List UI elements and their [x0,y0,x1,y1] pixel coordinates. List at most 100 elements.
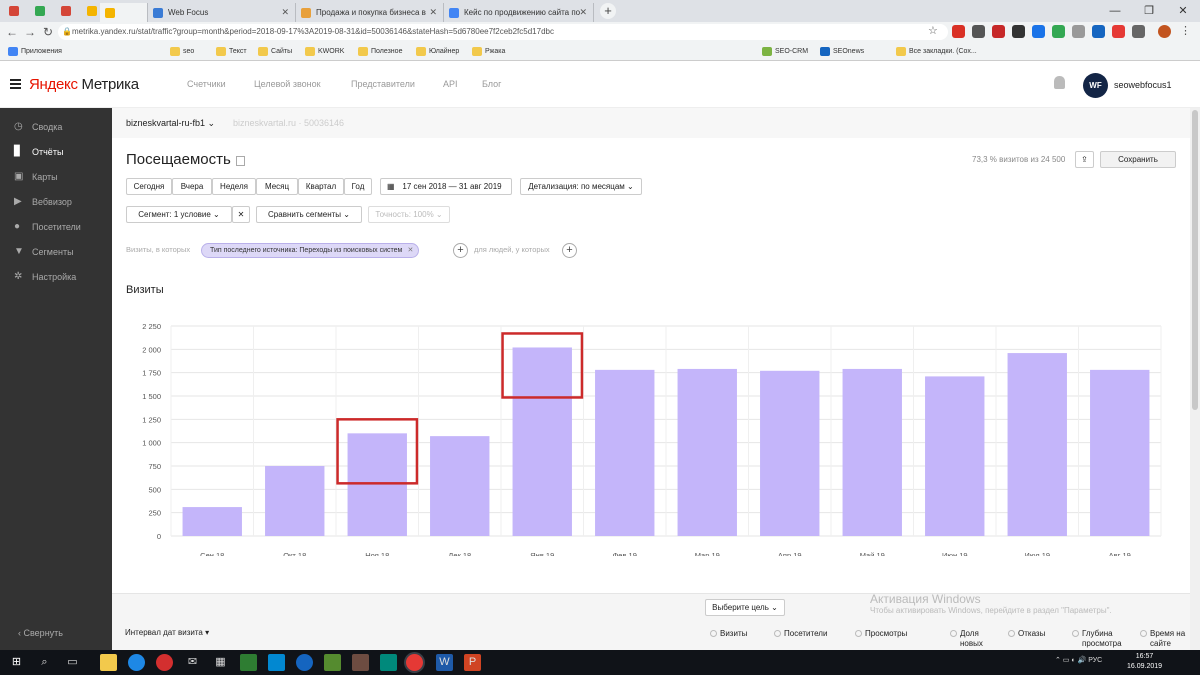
reload-icon[interactable]: ↻ [40,24,56,40]
extension-icon[interactable] [952,25,965,38]
profile-icon[interactable] [1158,25,1171,38]
app-icon[interactable] [324,654,341,671]
bookmark-folder-sites[interactable]: Сайты [258,45,292,58]
sidebar-item-settings[interactable]: ✲ Настройка [14,270,76,284]
bookmark-folder-ulayner[interactable]: Юлайнер [416,45,459,58]
back-icon[interactable]: ← [4,24,20,40]
metric-bounce[interactable]: Отказы [1008,629,1045,639]
close-tab-icon[interactable]: ✕ [281,3,289,22]
metric-visitors[interactable]: Посетители [774,629,827,639]
date-interval-dropdown[interactable]: Интервал дат визита ▾ [125,628,209,637]
period-year[interactable]: Год [344,178,372,195]
sidebar-item-summary[interactable]: ◷ Сводка [14,120,62,134]
extension-icon[interactable] [1052,25,1065,38]
close-tab-icon[interactable]: ✕ [579,3,587,22]
bookmark-folder-seo[interactable]: seo [170,45,194,58]
sidebar-item-reports[interactable]: ▊ Отчёты [14,145,63,159]
pinned-tab-gmail[interactable] [6,4,22,18]
powerpoint-icon[interactable]: P [464,654,481,671]
tab-case-study[interactable]: Кейс по продвижению сайта по ✕ [444,3,594,22]
word-icon[interactable]: W [436,654,453,671]
chrome-icon[interactable] [406,654,423,671]
search-icon[interactable]: ⌕ [36,654,53,671]
avatar[interactable]: WF [1083,73,1108,98]
extension-icon[interactable] [1012,25,1025,38]
sidebar-item-visitors[interactable]: ● Посетители [14,220,81,234]
clock[interactable]: 16:57 16.09.2019 [1127,652,1162,672]
task-view-icon[interactable]: ▭ [64,654,81,671]
add-people-filter-button[interactable]: + [562,243,577,258]
segment-dropdown[interactable]: Сегмент: 1 условие ⌄ [126,206,232,223]
new-tab-button[interactable]: + [600,3,616,19]
nav-counters[interactable]: Счетчики [187,79,226,89]
maximize-icon[interactable]: ❐ [1132,0,1166,22]
tab-metrika-active[interactable] [100,3,148,22]
opera-icon[interactable] [156,654,173,671]
extension-icon[interactable] [1072,25,1085,38]
bookmark-seo-crm[interactable]: SEO-CRM [762,45,808,58]
pinned-tab-sheets[interactable] [32,4,48,18]
period-month[interactable]: Месяц [256,178,298,195]
detail-dropdown[interactable]: Детализация: по месяцам ⌄ [520,178,642,195]
metric-time[interactable]: Время на сайте [1140,629,1190,649]
app-icon[interactable] [380,654,397,671]
collapse-sidebar-button[interactable]: ‹ Свернуть [18,628,63,638]
remove-filter-icon[interactable]: ✕ [407,244,413,257]
bookmark-star-icon[interactable]: ☆ [928,24,938,37]
minimize-icon[interactable]: — [1098,0,1132,22]
bookmark-folder-all[interactable]: Все закладки. (Сох... [896,45,977,58]
filter-chip[interactable]: Тип последнего источника: Переходы из по… [201,243,420,258]
clear-segment-icon[interactable]: ✕ [232,206,250,223]
bookmark-folder-kwork[interactable]: KWORK [305,45,344,58]
export-icon[interactable]: ⇪ [1075,151,1094,168]
edge-icon[interactable] [128,654,145,671]
bookmark-folder-fun[interactable]: Ржака [472,45,505,58]
metric-pageviews[interactable]: Просмотры [855,629,907,639]
forward-icon[interactable]: → [22,24,38,40]
hamburger-menu-icon[interactable] [10,79,21,89]
extension-icon[interactable] [1132,25,1145,38]
metric-depth[interactable]: Глубина просмотра [1072,629,1132,649]
extension-icon[interactable] [992,25,1005,38]
nav-api[interactable]: API [443,79,458,89]
username[interactable]: seowebfocus1 [1114,80,1172,90]
bookmark-report-icon[interactable] [236,156,245,166]
sidebar-item-maps[interactable]: ▣ Карты [14,170,58,184]
yandex-metrika-logo[interactable]: Яндекс Метрика [29,76,139,93]
period-yesterday[interactable]: Вчера [172,178,212,195]
nav-target-call[interactable]: Целевой звонок [254,79,321,89]
windows-start-icon[interactable]: ⊞ [8,654,25,671]
extension-icon[interactable] [972,25,985,38]
app-icon[interactable] [240,654,257,671]
save-button[interactable]: Сохранить [1100,151,1176,168]
nav-representatives[interactable]: Представители [351,79,415,89]
nav-blog[interactable]: Блог [482,79,501,89]
pinned-tab-mail[interactable] [58,4,74,18]
app-icon[interactable] [296,654,313,671]
mail-icon[interactable]: ✉ [184,654,201,671]
language-indicator[interactable]: РУС [1088,657,1102,664]
close-window-icon[interactable]: ✕ [1166,0,1200,22]
extension-icon[interactable] [1112,25,1125,38]
metric-visits[interactable]: Визиты [710,629,747,639]
app-icon[interactable] [352,654,369,671]
bookmark-apps[interactable]: Приложения [8,45,62,58]
extension-icon[interactable] [1092,25,1105,38]
metric-new-share[interactable]: Доля новых [950,629,995,649]
bookmark-folder-text[interactable]: Текст [216,45,247,58]
tab-business-sale[interactable]: Продажа и покупка бизнеса в ✕ [296,3,444,22]
calculator-icon[interactable]: ▦ [212,654,229,671]
sidebar-item-segments[interactable]: ▼ Сегменты [14,245,74,259]
url-input[interactable]: 🔒 metrika.yandex.ru/stat/traffic?group=mo… [58,24,948,40]
extension-icon[interactable] [1032,25,1045,38]
explorer-icon[interactable] [100,654,117,671]
close-tab-icon[interactable]: ✕ [429,3,437,22]
tab-web-focus[interactable]: Web Focus ✕ [148,3,296,22]
pinned-tab-keep[interactable] [84,4,100,18]
bell-icon[interactable] [1054,76,1065,89]
menu-kebab-icon[interactable]: ⋮ [1180,24,1191,37]
date-range-picker[interactable]: ▦ 17 сен 2018 — 31 авг 2019 [380,178,512,195]
period-quarter[interactable]: Квартал [298,178,344,195]
counter-selector[interactable]: bizneskvartal-ru-fb1 ⌄ [126,118,215,129]
scrollbar-thumb[interactable] [1192,110,1198,410]
